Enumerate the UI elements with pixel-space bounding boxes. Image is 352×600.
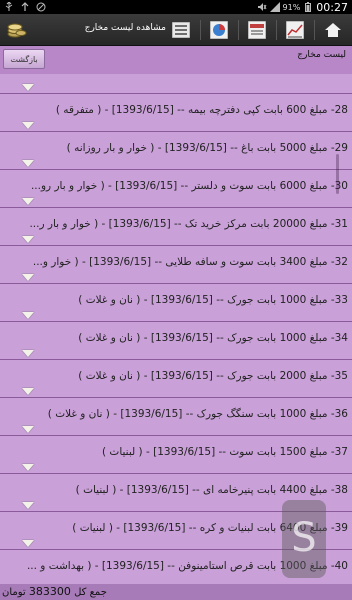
battery-percent: 91% (282, 2, 301, 12)
separator (200, 20, 201, 40)
expense-text: 29- مبلغ 5000 بابت باغ -- [1393/6/15] - … (66, 142, 348, 154)
app-root: 91% 00:27 مشاهده لیست مخارج لیست مخارج ب… (0, 0, 352, 600)
notification-icons (4, 1, 46, 13)
line-chart-icon (286, 21, 304, 39)
list-title: لیست مخارج (297, 50, 346, 60)
list-item[interactable]: 36- مبلغ 1000 بابت سنگگ جورک -- [1393/6/… (0, 398, 352, 436)
list-item[interactable]: 29- مبلغ 5000 بابت باغ -- [1393/6/15] - … (0, 132, 352, 170)
list-item[interactable] (0, 74, 352, 94)
home-button[interactable] (320, 17, 346, 43)
expense-text: 32- مبلغ 3400 بابت سوت و سافه طلایی -- [… (32, 256, 348, 268)
battery-icon (303, 2, 313, 12)
expense-text: 28- مبلغ 600 بابت کپی دفترچه بیمه -- [13… (55, 104, 348, 116)
pie-chart-icon (210, 21, 228, 39)
watermark-logo-icon: S (282, 500, 326, 578)
report-icon (248, 21, 266, 39)
expense-text: 36- مبلغ 1000 بابت سنگگ جورک -- [1393/6/… (47, 408, 348, 420)
status-right: 91% 00:27 (257, 0, 348, 14)
home-icon (325, 23, 341, 37)
list-item[interactable]: 33- مبلغ 1000 بابت جورک -- [1393/6/15] -… (0, 284, 352, 322)
list-item[interactable]: 31- مبلغ 20000 بابت مرکز خرید تک -- [139… (0, 208, 352, 246)
expense-text: 34- مبلغ 1000 بابت جورک -- [1393/6/15] -… (78, 332, 348, 344)
expand-arrow-icon[interactable] (22, 540, 34, 547)
blocked-icon (36, 2, 46, 12)
expand-arrow-icon[interactable] (22, 122, 34, 129)
total-label: جمع کل (74, 587, 107, 598)
action-bar: مشاهده لیست مخارج (0, 14, 352, 46)
scrollbar[interactable] (336, 154, 339, 194)
list-item[interactable]: 35- مبلغ 2000 بابت جورک -- [1393/6/15] -… (0, 360, 352, 398)
clock: 00:27 (316, 0, 348, 14)
expand-arrow-icon[interactable] (22, 312, 34, 319)
report-button[interactable] (244, 17, 270, 43)
expense-text: 31- مبلغ 20000 بابت مرکز خرید تک -- [139… (29, 218, 348, 230)
list-header: لیست مخارج بازگشت (0, 46, 352, 74)
expand-arrow-icon[interactable] (22, 464, 34, 471)
expand-arrow-icon[interactable] (22, 274, 34, 281)
line-chart-button[interactable] (282, 17, 308, 43)
separator (238, 20, 239, 40)
usb-icon (4, 1, 14, 12)
expense-text: 37- مبلغ 1500 بابت سوت -- [1393/6/15] - … (102, 446, 348, 458)
expand-arrow-icon[interactable] (22, 160, 34, 167)
total-value: 383300 (28, 585, 71, 598)
expand-arrow-icon[interactable] (22, 502, 34, 509)
app-logo-coins-icon (6, 18, 28, 40)
list-item[interactable]: 34- مبلغ 1000 بابت جورک -- [1393/6/15] -… (0, 322, 352, 360)
upload-icon (20, 2, 30, 12)
list-item[interactable]: 37- مبلغ 1500 بابت سوت -- [1393/6/15] - … (0, 436, 352, 474)
expand-arrow-icon[interactable] (22, 84, 34, 91)
total-summary: جمع کل 383300 تومان (2, 585, 107, 598)
expand-arrow-icon[interactable] (22, 198, 34, 205)
screen-title: مشاهده لیست مخارج (84, 23, 166, 33)
pie-chart-button[interactable] (206, 17, 232, 43)
expense-text: 38- مبلغ 4400 بابت پنیرخامه ای -- [1393/… (75, 484, 348, 496)
mute-icon (257, 2, 267, 12)
list-button[interactable] (168, 17, 194, 43)
expand-arrow-icon[interactable] (22, 426, 34, 433)
expand-arrow-icon[interactable] (22, 236, 34, 243)
total-footer: جمع کل 383300 تومان (0, 584, 352, 600)
expand-arrow-icon[interactable] (22, 388, 34, 395)
expand-arrow-icon[interactable] (22, 350, 34, 357)
list-item[interactable]: 28- مبلغ 600 بابت کپی دفترچه بیمه -- [13… (0, 94, 352, 132)
list-item[interactable]: 32- مبلغ 3400 بابت سوت و سافه طلایی -- [… (0, 246, 352, 284)
separator (314, 20, 315, 40)
total-unit: تومان (2, 587, 26, 598)
status-bar: 91% 00:27 (0, 0, 352, 14)
list-icon (172, 22, 190, 38)
expense-text: 30- مبلغ 6000 بابت سوت و دلستر -- [1393/… (30, 180, 348, 192)
expense-text: 35- مبلغ 2000 بابت جورک -- [1393/6/15] -… (78, 370, 348, 382)
back-button[interactable]: بازگشت (3, 49, 45, 69)
signal-icon (269, 2, 280, 12)
list-item[interactable]: 30- مبلغ 6000 بابت سوت و دلستر -- [1393/… (0, 170, 352, 208)
separator (276, 20, 277, 40)
expense-text: 33- مبلغ 1000 بابت جورک -- [1393/6/15] -… (78, 294, 348, 306)
